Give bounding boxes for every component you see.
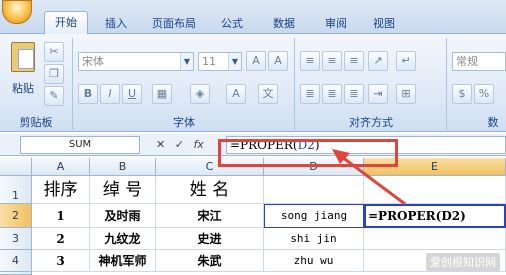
indent-icon[interactable]: ⇥ <box>368 84 388 104</box>
tab-page-layout[interactable]: 页面布局 <box>142 14 206 34</box>
watermark: 爱创根知识网 <box>426 253 500 271</box>
grow-font-icon[interactable]: A <box>246 51 266 71</box>
referenced-cell[interactable]: song jiang <box>264 204 364 228</box>
table-cell[interactable]: zhu wu <box>264 250 364 272</box>
align-right-icon[interactable]: ≣ <box>344 84 364 104</box>
group-separator <box>446 38 447 130</box>
table-cell[interactable] <box>364 176 506 204</box>
group-clipboard: 剪贴板 <box>19 116 53 129</box>
paste-label: 粘贴 <box>12 82 34 95</box>
group-separator <box>72 38 73 130</box>
highlight-callout <box>218 139 398 167</box>
header-cell[interactable]: 姓 名 <box>156 176 264 204</box>
font-name-select[interactable]: 宋体 ▼ <box>78 52 194 71</box>
table-cell[interactable]: 2 <box>32 228 90 250</box>
font-color-icon[interactable]: A <box>226 84 246 104</box>
header-cell[interactable]: 绰 号 <box>90 176 156 204</box>
table-cell[interactable]: 3 <box>32 250 90 272</box>
table-cell[interactable]: 宋江 <box>156 204 264 228</box>
row-header[interactable]: 1 <box>0 176 32 204</box>
formula-controls: ✕ ✓ fx <box>146 136 226 154</box>
tab-insert[interactable]: 插入 <box>96 14 136 34</box>
orientation-icon[interactable]: ↗ <box>368 51 388 71</box>
column-header[interactable]: B <box>90 158 156 176</box>
tab-home[interactable]: 开始 <box>44 11 88 35</box>
font-name-value: 宋体 <box>82 55 104 68</box>
name-box[interactable]: SUM <box>20 136 140 154</box>
row-header[interactable]: 2 <box>0 204 32 228</box>
format-painter-icon[interactable]: ✎ <box>44 86 64 106</box>
align-center-icon[interactable]: ≣ <box>322 84 342 104</box>
table-cell[interactable]: 神机军师 <box>90 250 156 272</box>
ribbon-tab-bar: 开始 插入 页面布局 公式 数据 审阅 视图 <box>0 0 506 35</box>
shrink-font-icon[interactable]: A <box>268 51 288 71</box>
header-cell[interactable]: 排序 <box>32 176 90 204</box>
align-bottom-icon[interactable]: ≡ <box>344 51 364 71</box>
font-size-value: 11 <box>202 55 216 68</box>
table-cell[interactable]: 及时雨 <box>90 204 156 228</box>
table-cell[interactable]: 九纹龙 <box>90 228 156 250</box>
table-cell[interactable]: 1 <box>32 204 90 228</box>
align-middle-icon[interactable]: ≡ <box>322 51 342 71</box>
number-format-value: 常规 <box>456 55 478 68</box>
group-separator <box>294 38 295 130</box>
active-cell[interactable]: =PROPER(D2) <box>364 204 506 228</box>
align-left-icon[interactable]: ≣ <box>300 84 320 104</box>
cancel-icon[interactable]: ✕ <box>156 138 165 151</box>
currency-icon[interactable]: $ <box>452 84 472 104</box>
merge-cells-icon[interactable]: ⊞ <box>396 84 416 104</box>
cut-icon[interactable]: ✂ <box>44 42 64 62</box>
table-cell[interactable] <box>364 228 506 250</box>
chevron-down-icon: ▼ <box>180 53 193 70</box>
number-format-select[interactable]: 常规 <box>452 52 506 71</box>
chevron-down-icon: ▼ <box>228 53 241 70</box>
table-cell[interactable]: 史进 <box>156 228 264 250</box>
table-cell[interactable]: shi jin <box>264 228 364 250</box>
bold-icon[interactable]: B <box>78 84 98 104</box>
tab-view[interactable]: 视图 <box>364 14 404 34</box>
fx-icon[interactable]: fx <box>193 138 203 151</box>
enter-icon[interactable]: ✓ <box>175 138 184 151</box>
column-header[interactable]: A <box>32 158 90 176</box>
phonetic-icon[interactable]: 文 <box>258 84 278 104</box>
border-icon[interactable]: ▦ <box>152 84 172 104</box>
align-top-icon[interactable]: ≡ <box>300 51 320 71</box>
table-cell[interactable]: 朱武 <box>156 250 264 272</box>
tab-review[interactable]: 审阅 <box>316 14 356 34</box>
paste-button[interactable]: 粘贴 <box>6 40 40 106</box>
select-all-corner[interactable] <box>0 158 32 176</box>
row-header[interactable]: 4 <box>0 250 32 272</box>
copy-icon[interactable]: ❐ <box>44 64 64 84</box>
fill-color-icon[interactable]: ◈ <box>190 84 210 104</box>
group-alignment: 对齐方式 <box>349 116 393 129</box>
tab-data[interactable]: 数据 <box>264 14 304 34</box>
office-button[interactable] <box>2 0 32 24</box>
underline-icon[interactable]: U <box>122 84 142 104</box>
italic-icon[interactable]: I <box>100 84 120 104</box>
group-number: 数 <box>487 116 499 129</box>
clipboard-icon <box>11 42 35 72</box>
wrap-text-icon[interactable]: ↵ <box>396 51 416 71</box>
row-header[interactable]: 3 <box>0 228 32 250</box>
ribbon-body: 粘贴 ✂ ❐ ✎ 剪贴板 宋体 ▼ 11 ▼ A A B I U ▦ ◈ A 文… <box>0 34 506 132</box>
font-size-select[interactable]: 11 ▼ <box>198 52 242 71</box>
group-font: 字体 <box>173 116 195 129</box>
tab-formulas[interactable]: 公式 <box>212 14 252 34</box>
table-cell[interactable] <box>264 176 364 204</box>
percent-icon[interactable]: % <box>474 84 494 104</box>
